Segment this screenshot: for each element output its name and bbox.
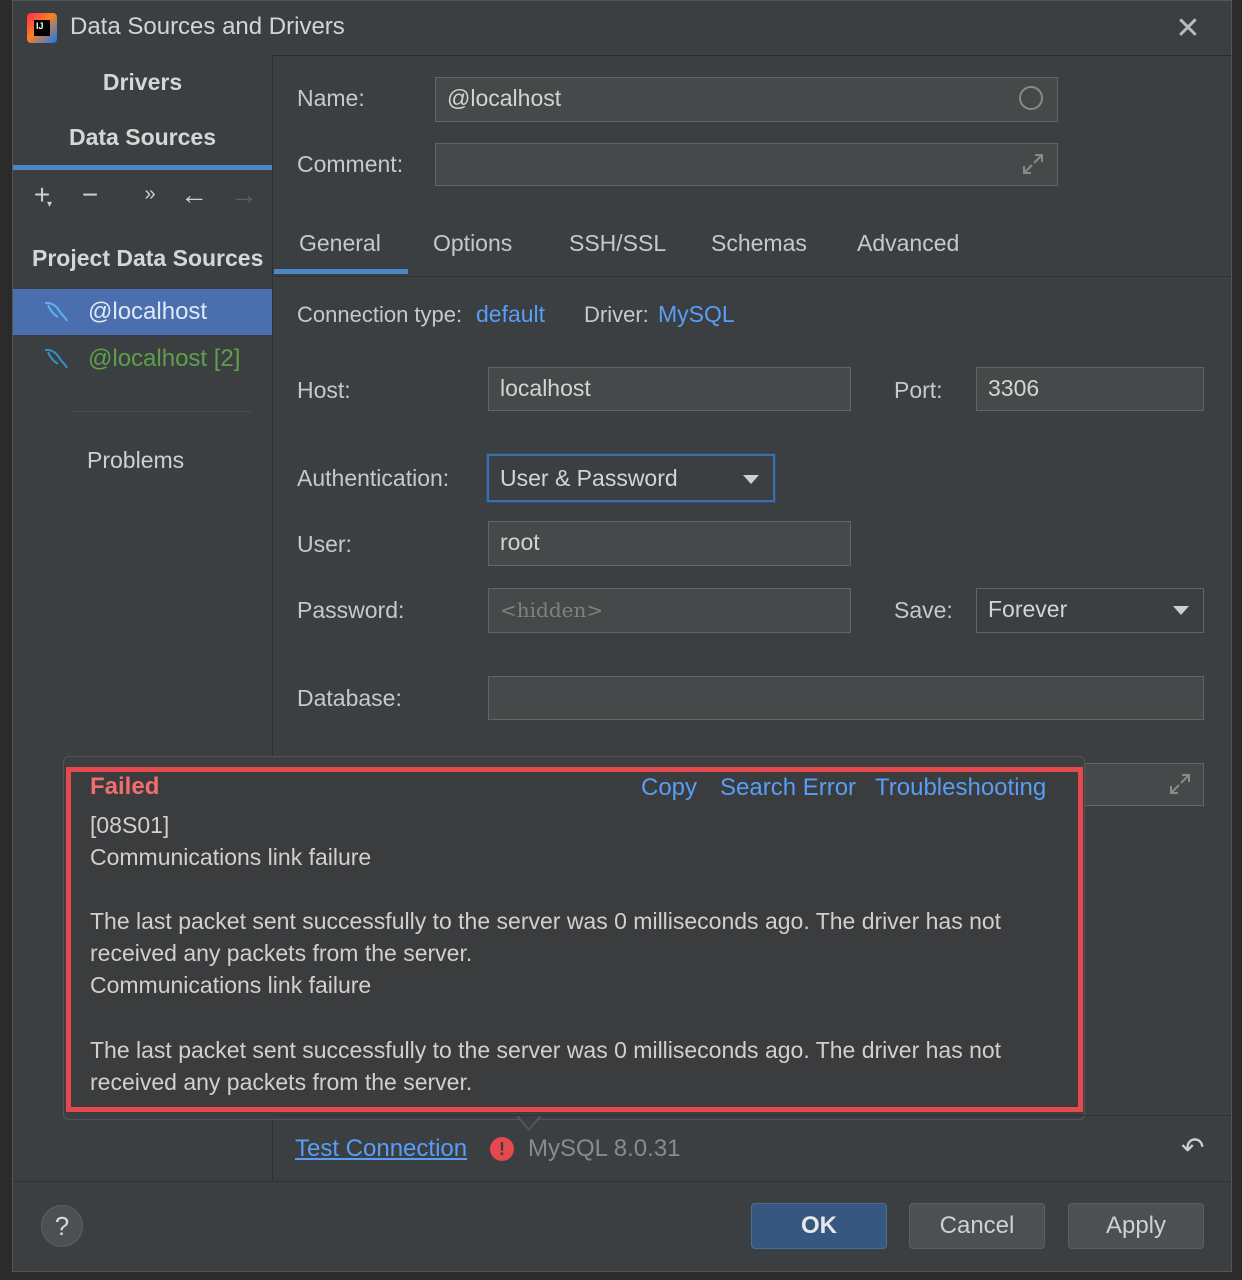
intellij-logo-icon: IJ — [27, 13, 57, 43]
remove-icon[interactable]: − — [75, 179, 105, 211]
port-label: Port: — [894, 377, 943, 403]
host-input[interactable]: localhost — [488, 367, 851, 411]
authentication-value: User & Password — [500, 465, 678, 491]
active-tab-indicator — [13, 165, 272, 170]
port-input[interactable]: 3306 — [976, 367, 1204, 411]
host-label: Host: — [297, 377, 351, 403]
save-label: Save: — [894, 597, 953, 623]
error-code: [08S01] — [90, 812, 170, 838]
comment-input[interactable] — [435, 143, 1058, 186]
data-sources-dialog: IJ Data Sources and Drivers ✕ Drivers Da… — [12, 0, 1232, 1272]
error-title: Failed — [90, 773, 160, 800]
help-button[interactable]: ? — [41, 1205, 83, 1247]
chevron-down-icon — [743, 475, 759, 484]
database-label: Database: — [297, 685, 402, 711]
error-message-line: Communications link failure — [90, 844, 372, 870]
password-label: Password: — [297, 597, 405, 623]
save-value: Forever — [988, 596, 1068, 622]
sidebar-item-localhost[interactable]: @localhost — [13, 289, 272, 335]
driver-version: MySQL 8.0.31 — [528, 1135, 681, 1162]
revert-icon[interactable]: ↶ — [1181, 1131, 1204, 1164]
troubleshooting-link[interactable]: Troubleshooting — [875, 774, 1046, 802]
tab-options[interactable]: Options — [433, 230, 512, 257]
window-title: Data Sources and Drivers — [70, 13, 345, 40]
comment-label: Comment: — [297, 151, 404, 177]
error-message-line: The last packet sent successfully to the… — [90, 908, 1002, 934]
sidebar-item-label: @localhost — [88, 298, 208, 325]
ide-background-left — [0, 0, 12, 1280]
error-message-line: received any packets from the server. — [90, 1069, 473, 1095]
error-message-line: Communications link failure — [90, 972, 372, 998]
status-divider — [274, 1115, 1231, 1116]
tab-ssh-ssl[interactable]: SSH/SSL — [569, 230, 666, 257]
test-connection-link[interactable]: Test Connection — [295, 1135, 467, 1163]
back-arrow-icon[interactable]: ← — [179, 179, 209, 211]
error-message-line: received any packets from the server. — [90, 940, 473, 966]
tab-advanced[interactable]: Advanced — [857, 230, 959, 257]
tab-schemas[interactable]: Schemas — [711, 230, 807, 257]
driver-link[interactable]: MySQL — [658, 301, 735, 328]
error-icon[interactable]: ! — [490, 1137, 514, 1161]
password-input[interactable]: <hidden> — [488, 588, 851, 633]
sidebar-divider — [73, 411, 253, 412]
sidebar-item-problems[interactable]: Problems — [87, 447, 184, 474]
authentication-label: Authentication: — [297, 465, 450, 491]
cancel-button[interactable]: Cancel — [909, 1203, 1045, 1249]
name-input[interactable]: @localhost — [435, 77, 1058, 122]
user-label: User: — [297, 531, 352, 557]
sidebar-item-label: @localhost [2] — [88, 345, 241, 372]
tabs-divider — [274, 276, 1231, 277]
mysql-dolphin-icon — [44, 348, 68, 369]
save-select[interactable]: Forever — [976, 588, 1204, 633]
expand-icon[interactable] — [1168, 772, 1192, 796]
connection-type-link[interactable]: default — [476, 301, 545, 328]
chevron-down-icon — [1173, 606, 1189, 615]
user-input[interactable]: root — [488, 521, 851, 566]
name-value: @localhost — [447, 85, 562, 111]
database-input[interactable] — [488, 676, 1204, 720]
connection-type-label: Connection type: — [297, 302, 463, 327]
url-input[interactable] — [1083, 763, 1204, 806]
apply-button[interactable]: Apply — [1068, 1203, 1204, 1249]
close-icon[interactable]: ✕ — [1173, 11, 1203, 46]
forward-arrow-icon[interactable]: → — [229, 179, 259, 211]
error-message-line: The last packet sent successfully to the… — [90, 1037, 1002, 1063]
footer-divider — [13, 1181, 1231, 1182]
mysql-dolphin-icon — [44, 301, 68, 322]
password-placeholder: <hidden> — [500, 598, 604, 622]
sidebar-item-localhost-2[interactable]: @localhost [2] — [13, 336, 272, 382]
sidebar-tab-data-sources[interactable]: Data Sources — [13, 124, 272, 151]
driver-label: Driver: — [584, 302, 649, 327]
authentication-select[interactable]: User & Password — [487, 454, 775, 502]
title-bar: IJ Data Sources and Drivers ✕ — [13, 1, 1231, 56]
sidebar-tab-drivers[interactable]: Drivers — [13, 69, 272, 96]
copy-link[interactable]: Copy — [641, 774, 697, 802]
popup-pointer-fill — [517, 1114, 541, 1128]
ok-button[interactable]: OK — [751, 1203, 887, 1249]
color-circle-icon[interactable] — [1019, 86, 1043, 110]
more-icon[interactable]: » — [135, 183, 165, 206]
project-data-sources-header: Project Data Sources — [32, 245, 264, 271]
tab-general[interactable]: General — [299, 230, 381, 257]
add-icon[interactable]: + ▾ — [27, 179, 57, 211]
name-label: Name: — [297, 85, 365, 111]
expand-icon[interactable] — [1021, 152, 1045, 176]
search-error-link[interactable]: Search Error — [720, 774, 856, 802]
active-tab-indicator — [274, 269, 408, 274]
